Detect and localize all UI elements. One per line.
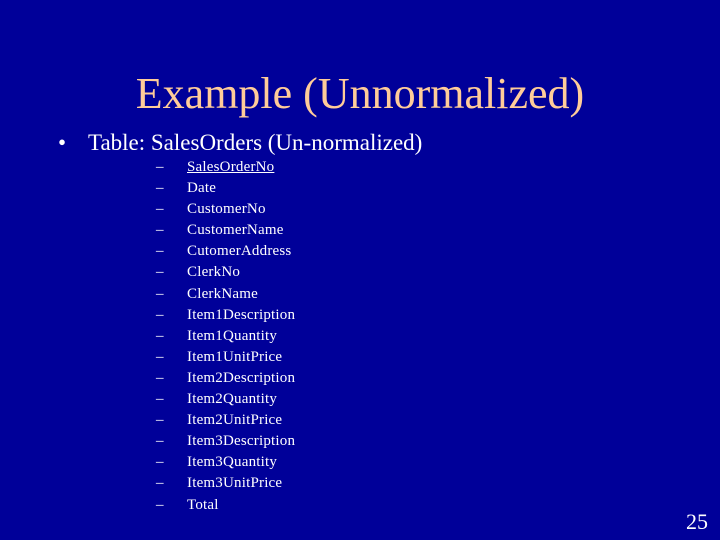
field-label: Item2UnitPrice: [187, 412, 283, 429]
dash-marker: –: [156, 327, 164, 344]
field-label: Item1Quantity: [187, 327, 278, 344]
field-label: Date: [187, 180, 217, 197]
dash-marker: –: [156, 369, 164, 386]
bullet-marker: •: [58, 130, 67, 155]
dash-marker: –: [156, 475, 164, 492]
field-label: ClerkNo: [187, 264, 241, 281]
dash-marker: –: [156, 454, 164, 471]
field-label: CutomerAddress: [187, 243, 292, 260]
field-item: – SalesOrderNo: [156, 157, 295, 178]
field-item: – CutomerAddress: [156, 241, 295, 262]
slide-title: Example (Unnormalized): [135, 69, 585, 118]
field-item: – Item2UnitPrice: [156, 410, 295, 431]
dash-marker: –: [156, 306, 164, 323]
dash-marker: –: [156, 159, 164, 175]
field-label: ClerkName: [187, 285, 258, 302]
field-item: – Item3Quantity: [156, 452, 295, 473]
field-item: – Item1UnitPrice: [156, 347, 295, 368]
dash-marker: –: [156, 201, 164, 218]
dash-marker: –: [156, 285, 164, 302]
dash-marker: –: [156, 180, 164, 197]
field-item: – Total: [156, 495, 295, 516]
dash-marker: –: [156, 222, 164, 239]
field-label: Item3UnitPrice: [187, 475, 283, 492]
dash-marker: –: [156, 264, 164, 281]
page-number: 25: [686, 509, 708, 534]
field-label: Total: [187, 496, 219, 513]
dash-marker: –: [156, 391, 164, 408]
bullet-text: Table: SalesOrders (Un-normalized): [88, 130, 423, 155]
field-item: – Item2Description: [156, 368, 295, 389]
dash-marker: –: [156, 412, 164, 429]
field-label: CustomerNo: [187, 201, 266, 218]
field-item: – Date: [156, 178, 295, 199]
dash-marker: –: [156, 496, 164, 513]
field-label: Item3Description: [187, 433, 296, 450]
field-item: – Item1Description: [156, 305, 295, 326]
field-item: – Item2Quantity: [156, 389, 295, 410]
field-item: – ClerkName: [156, 284, 295, 305]
field-list: – SalesOrderNo – Date – CustomerNo – Custome…: [156, 157, 295, 516]
dash-marker: –: [156, 243, 164, 260]
field-label: Item2Quantity: [187, 391, 278, 408]
field-label: Item1Description: [187, 306, 296, 323]
field-label-primary-key: SalesOrderNo: [187, 159, 275, 175]
field-item: – CustomerNo: [156, 199, 295, 220]
field-label: CustomerName: [187, 222, 284, 239]
field-item: – CustomerName: [156, 220, 295, 241]
dash-marker: –: [156, 348, 164, 365]
field-label: Item1UnitPrice: [187, 348, 283, 365]
field-label: Item3Quantity: [187, 454, 278, 471]
field-label: Item2Description: [187, 369, 296, 386]
field-item: – Item3Description: [156, 431, 295, 452]
dash-marker: –: [156, 433, 164, 450]
table-bullet: • Table: SalesOrders (Un-normalized): [58, 128, 422, 158]
field-item: – ClerkNo: [156, 262, 295, 283]
field-item: – Item1Quantity: [156, 326, 295, 347]
field-item: – Item3UnitPrice: [156, 473, 295, 494]
